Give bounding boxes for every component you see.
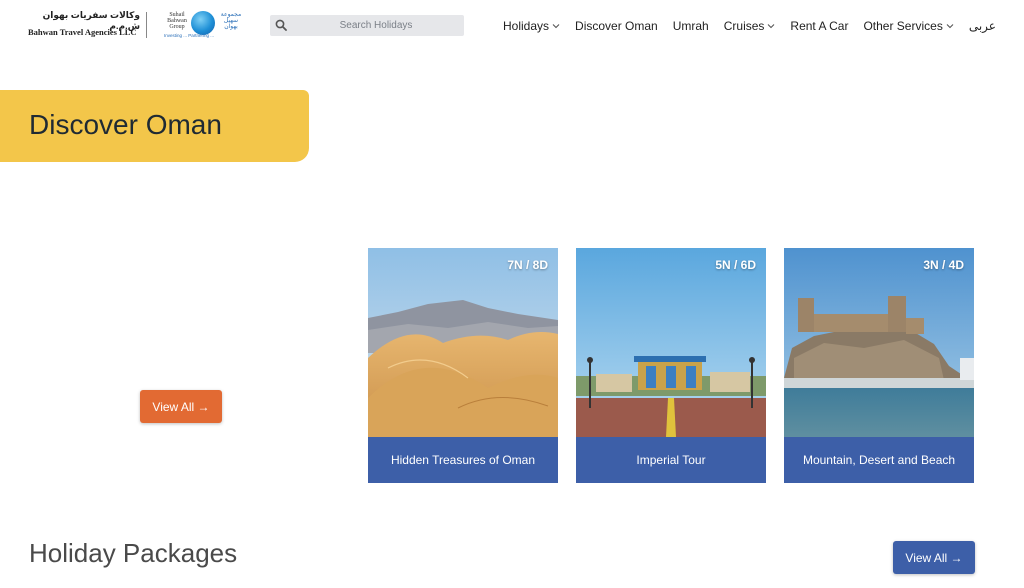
- desert-dunes-image: [368, 248, 558, 437]
- nav-item-7[interactable]: عربى: [969, 19, 996, 33]
- tour-card[interactable]: 5N / 6D Imperial Tour: [576, 248, 766, 483]
- nav-item-1[interactable]: Holidays: [503, 19, 560, 33]
- banner-title: Discover Oman: [29, 109, 222, 140]
- nav-item-2[interactable]: Discover Oman: [575, 19, 658, 33]
- logo-divider: [146, 12, 147, 38]
- nav-item-label: Rent A Car: [790, 19, 849, 33]
- nav-item-5[interactable]: Rent A Car: [790, 19, 848, 33]
- hilltop-fort-image: [784, 248, 974, 437]
- group-logo: Suhail Bahwan Group مجموعة سهيل بهوان In…: [164, 10, 256, 40]
- tour-card-title[interactable]: Imperial Tour: [576, 437, 766, 483]
- group-logo-text-right: مجموعة سهيل بهوان: [220, 12, 242, 30]
- logo-english-text: Bahwan Travel Agencies LLC: [28, 27, 137, 37]
- search-input[interactable]: [292, 15, 460, 36]
- globe-icon: [191, 11, 215, 35]
- tour-card-image[interactable]: 7N / 8D: [368, 248, 558, 437]
- nav-item-label: Umrah: [672, 19, 709, 33]
- tour-duration-badge: 5N / 6D: [715, 258, 756, 272]
- nav-item-4[interactable]: Cruises: [724, 19, 776, 33]
- nav-item-3[interactable]: Umrah: [673, 19, 709, 33]
- tour-card-image[interactable]: 5N / 6D: [576, 248, 766, 437]
- group-logo-tagline: Investing ... Partnering ...: [164, 33, 215, 38]
- nav-item-6[interactable]: Other Services: [863, 19, 954, 33]
- packages-view-all-button[interactable]: View All →: [893, 541, 975, 574]
- search-icon[interactable]: [275, 19, 287, 31]
- search-bar[interactable]: [270, 15, 464, 36]
- tour-card[interactable]: 7N / 8D Hidden Treasures of Oman: [368, 248, 558, 483]
- site-header: وكالات سفريات بهوان ش.م.م Bahwan Travel …: [0, 0, 1024, 52]
- chevron-down-icon: [946, 24, 954, 29]
- section-title: Holiday Packages: [29, 538, 238, 568]
- tour-card-title[interactable]: Mountain, Desert and Beach: [784, 437, 974, 483]
- nav-item-label: Holidays: [503, 19, 550, 33]
- tour-duration-badge: 3N / 4D: [923, 258, 964, 272]
- royal-palace-image: [576, 248, 766, 437]
- group-logo-text-left: Suhail Bahwan Group: [167, 12, 187, 30]
- tour-duration-badge: 7N / 8D: [507, 258, 548, 272]
- nav-item-label: Discover Oman: [575, 19, 658, 33]
- chevron-down-icon: [768, 24, 775, 29]
- company-logo[interactable]: وكالات سفريات بهوان ش.م.م Bahwan Travel …: [28, 10, 258, 42]
- tour-card[interactable]: 3N / 4D Mountain, Desert and Beach: [784, 248, 974, 483]
- main-nav: Holidays Discover Oman Umrah Cruises Rent A …: [503, 18, 996, 34]
- discover-view-all-button[interactable]: View All →: [140, 390, 222, 423]
- tour-card-image[interactable]: 3N / 4D: [784, 248, 974, 437]
- chevron-down-icon: [552, 24, 560, 29]
- nav-item-label: عربى: [968, 19, 996, 33]
- nav-item-label: Other Services: [863, 19, 943, 33]
- nav-item-label: Cruises: [723, 19, 765, 33]
- tour-card-title[interactable]: Hidden Treasures of Oman: [368, 437, 558, 483]
- section-banner: Discover Oman: [0, 90, 309, 162]
